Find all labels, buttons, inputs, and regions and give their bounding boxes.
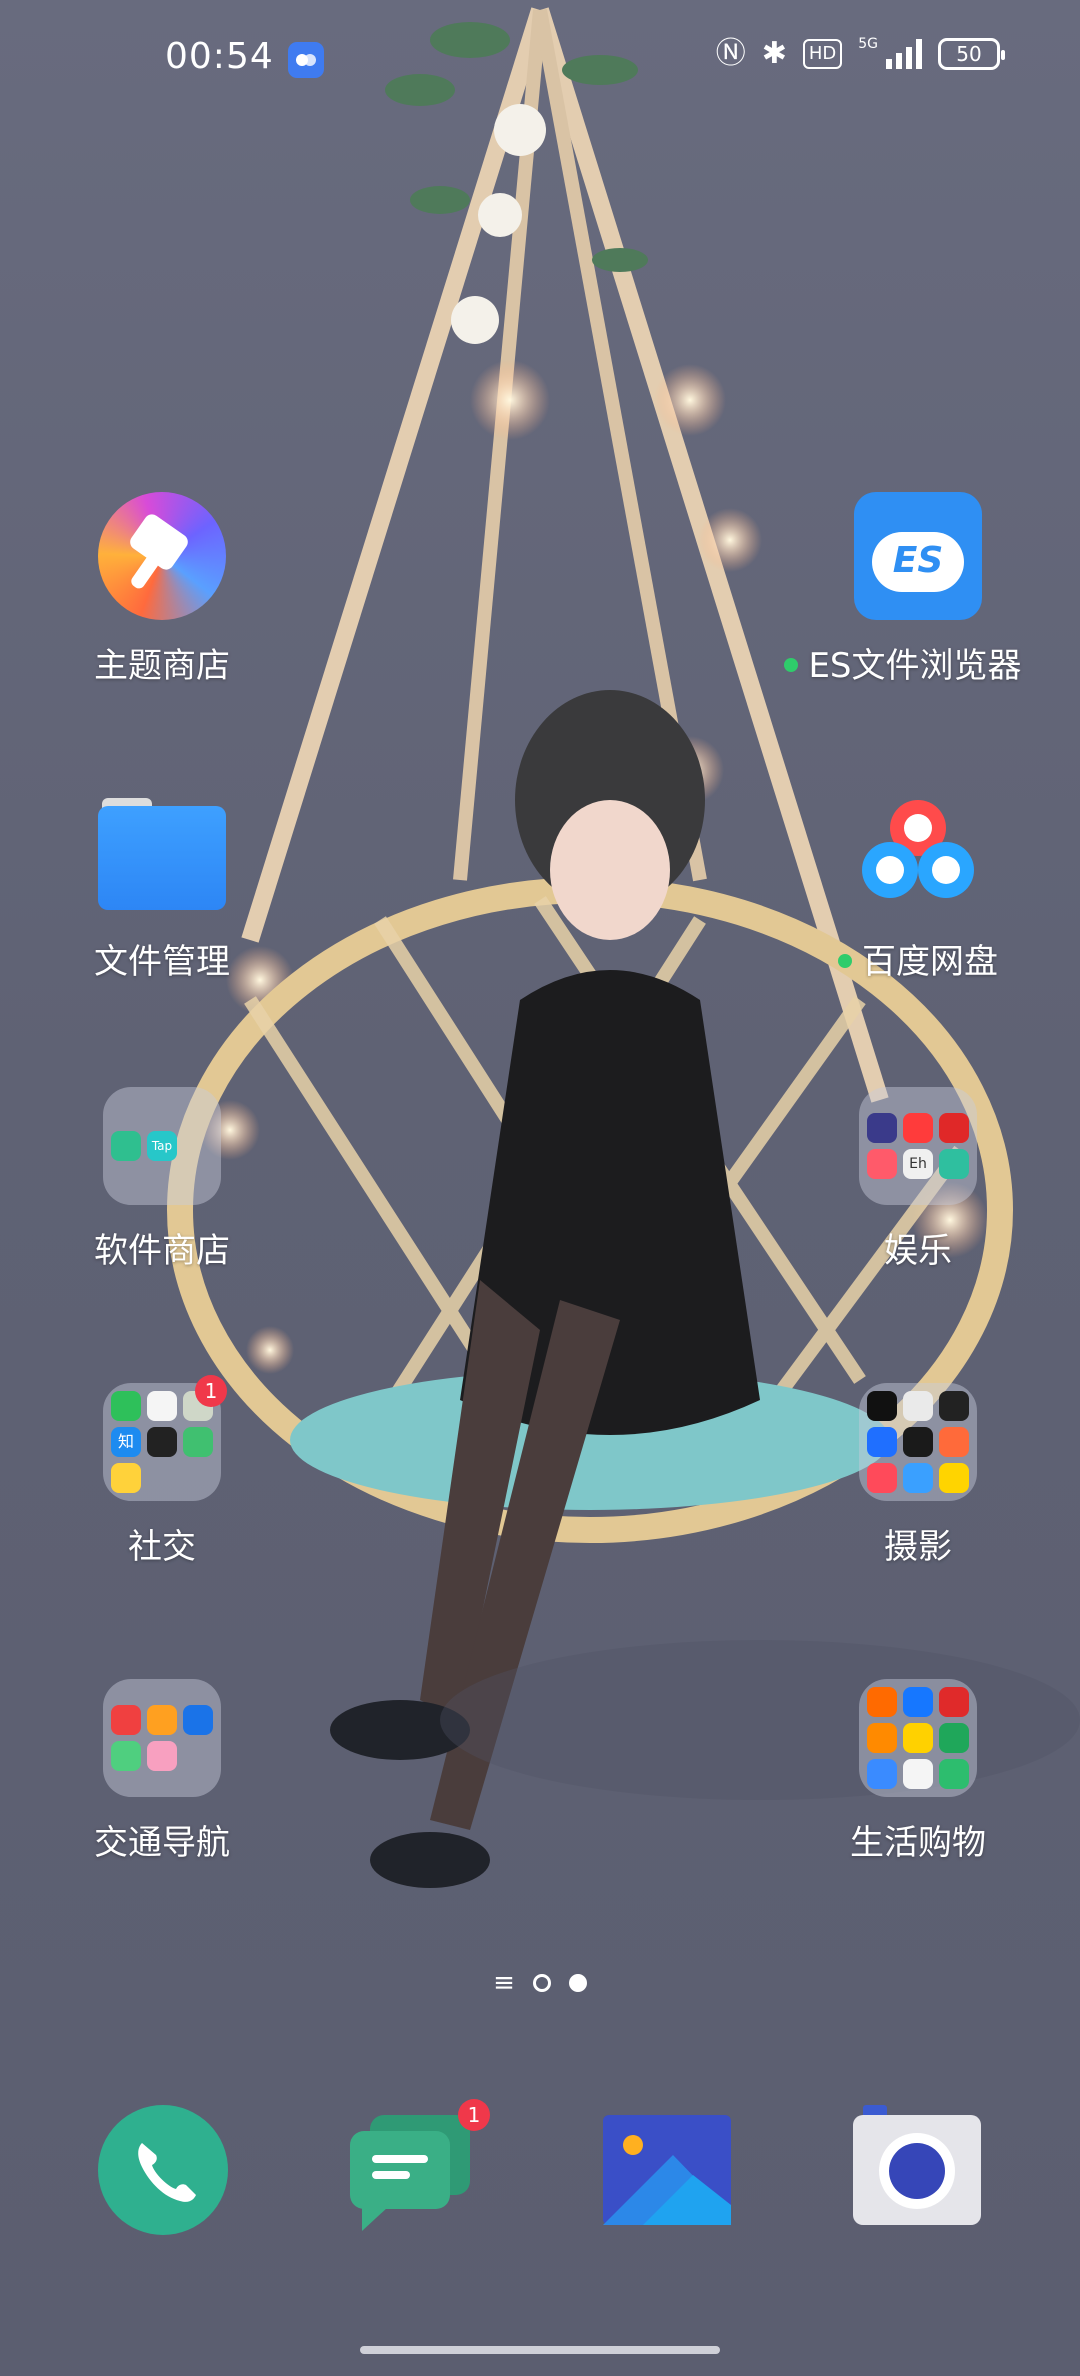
- app-label: 主题商店: [94, 646, 230, 686]
- page-indicator[interactable]: ≡: [0, 1968, 1080, 1998]
- notification-badge: 1: [458, 2099, 490, 2131]
- notification-badge: 1: [195, 1375, 227, 1407]
- folder-icon: Tap: [103, 1087, 221, 1205]
- new-install-dot: [784, 657, 799, 672]
- home-gesture-bar[interactable]: [360, 2346, 720, 2354]
- messages-app[interactable]: 1: [350, 2099, 490, 2235]
- folder-label: 摄影: [884, 1527, 952, 1567]
- folder-social[interactable]: 知 1 社交: [42, 1375, 282, 1568]
- clock: 00:54: [165, 36, 274, 77]
- folder-software-store[interactable]: Tap 软件商店: [42, 1082, 282, 1272]
- folder-life-shopping[interactable]: 生活购物: [798, 1674, 1038, 1864]
- folder-label: 软件商店: [94, 1231, 230, 1271]
- page-dot-2[interactable]: [568, 1974, 587, 1992]
- app-label: ES文件浏览器: [808, 646, 1022, 686]
- theme-store-icon: [98, 492, 226, 620]
- es-file-explorer-icon: ES: [854, 492, 982, 620]
- app-baidu-netdisk[interactable]: 百度网盘: [798, 788, 1038, 983]
- gallery-icon: [603, 2115, 731, 2225]
- baidu-netdisk-icon: [862, 800, 974, 898]
- nfc-icon: Ⓝ: [715, 36, 746, 71]
- page-dot-1[interactable]: [532, 1974, 551, 1992]
- app-file-manager[interactable]: 文件管理: [42, 788, 282, 983]
- file-manager-icon: [98, 798, 226, 916]
- app-theme-store[interactable]: 主题商店: [42, 492, 282, 687]
- notification-app-icon: [288, 42, 324, 78]
- phone-app[interactable]: [98, 2105, 228, 2235]
- hamburger-icon[interactable]: ≡: [493, 1968, 515, 1998]
- status-icons: Ⓝ ✱ HD 5G 50: [715, 36, 1005, 72]
- camera-app[interactable]: [853, 2105, 983, 2235]
- bluetooth-icon: ✱: [761, 36, 787, 71]
- folder-label: 交通导航: [94, 1823, 230, 1863]
- hd-voice-icon: HD: [802, 39, 843, 69]
- folder-icon: Eh: [859, 1087, 977, 1205]
- folder-photography[interactable]: 摄影: [798, 1378, 1038, 1568]
- app-es-file-explorer[interactable]: ES ES文件浏览器: [784, 492, 1038, 687]
- dock: 1: [0, 2099, 1080, 2235]
- folder-icon: [859, 1679, 977, 1797]
- app-label: 文件管理: [94, 942, 230, 982]
- camera-icon: [853, 2105, 981, 2225]
- network-type: 5G: [858, 36, 878, 52]
- new-install-dot: [838, 953, 852, 968]
- signal-icon: [886, 39, 922, 69]
- folder-label: 娱乐: [884, 1231, 952, 1271]
- folder-label: 社交: [128, 1527, 196, 1567]
- battery-icon: 50: [938, 38, 1005, 70]
- folder-label: 生活购物: [850, 1823, 986, 1863]
- folder-entertainment[interactable]: Eh 娱乐: [798, 1082, 1038, 1272]
- folder-transport-navigation[interactable]: 交通导航: [42, 1674, 282, 1864]
- status-bar: 00:54 Ⓝ ✱ HD 5G 50: [0, 0, 1080, 120]
- gallery-app[interactable]: [603, 2105, 733, 2235]
- app-label: 百度网盘: [862, 942, 998, 982]
- folder-icon: [103, 1679, 221, 1797]
- folder-icon: 知 1: [103, 1375, 227, 1501]
- phone-icon: [138, 2143, 196, 2202]
- folder-icon: [859, 1383, 977, 1501]
- battery-level: 50: [956, 42, 982, 66]
